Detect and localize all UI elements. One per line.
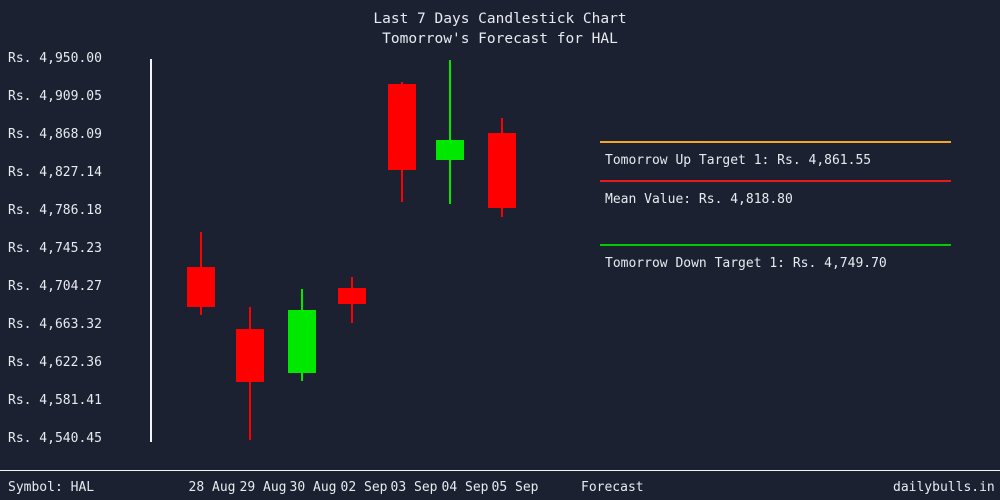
chart-title-line-1: Last 7 Days Candlestick Chart <box>373 11 627 27</box>
candle-body <box>488 133 516 208</box>
candle-body <box>338 288 366 304</box>
page-title: Last 7 Days Candlestick Chart Tomorrow's… <box>0 9 1000 49</box>
y-axis-tick-label: Rs. 4,581.41 <box>8 393 102 408</box>
y-axis-tick-label: Rs. 4,663.32 <box>8 317 102 332</box>
candle-wick <box>449 60 451 204</box>
x-axis-date-label: 04 Sep <box>441 480 489 495</box>
x-axis-date-label: 29 Aug <box>239 480 287 495</box>
footer-divider <box>0 470 1000 472</box>
y-axis-tick-label: Rs. 4,622.36 <box>8 355 102 370</box>
y-axis-tick-label: Rs. 4,745.23 <box>8 241 102 256</box>
y-axis-tick-label: Rs. 4,827.14 <box>8 165 102 180</box>
down-target-label: Tomorrow Down Target 1: Rs. 4,749.70 <box>605 256 887 271</box>
chart-title-line-2: Tomorrow's Forecast for HAL <box>382 31 618 47</box>
brand-watermark: dailybulls.in <box>893 480 995 495</box>
candle-body <box>187 267 215 307</box>
mean-value-label: Mean Value: Rs. 4,818.80 <box>605 192 793 207</box>
y-axis-tick-label: Rs. 4,786.18 <box>8 203 102 218</box>
candle-body <box>236 329 264 382</box>
symbol-label: Symbol: HAL <box>8 480 95 495</box>
y-axis-tick-label: Rs. 4,909.05 <box>8 89 102 104</box>
y-axis-tick-label: Rs. 4,950.00 <box>8 51 102 66</box>
x-axis-date-label: 02 Sep <box>340 480 388 495</box>
mean-value-rule <box>600 180 951 182</box>
candle-body <box>388 84 416 170</box>
up-target-rule <box>600 141 951 143</box>
y-axis-tick-label: Rs. 4,868.09 <box>8 127 102 142</box>
x-axis-date-label: 30 Aug <box>289 480 337 495</box>
down-target-rule <box>600 244 951 246</box>
up-target-label: Tomorrow Up Target 1: Rs. 4,861.55 <box>605 153 872 168</box>
x-axis-date-label: 03 Sep <box>390 480 438 495</box>
y-axis-line <box>150 59 152 442</box>
y-axis-tick-label: Rs. 4,540.45 <box>8 431 102 446</box>
candle-body <box>288 310 316 373</box>
y-axis-tick-label: Rs. 4,704.27 <box>8 279 102 294</box>
candlestick-chart-page: Last 7 Days Candlestick Chart Tomorrow's… <box>0 0 1000 500</box>
x-axis-date-label: 28 Aug <box>188 480 236 495</box>
forecast-axis-label: Forecast <box>581 480 644 495</box>
x-axis-date-label: 05 Sep <box>491 480 539 495</box>
candle-body <box>436 140 464 160</box>
